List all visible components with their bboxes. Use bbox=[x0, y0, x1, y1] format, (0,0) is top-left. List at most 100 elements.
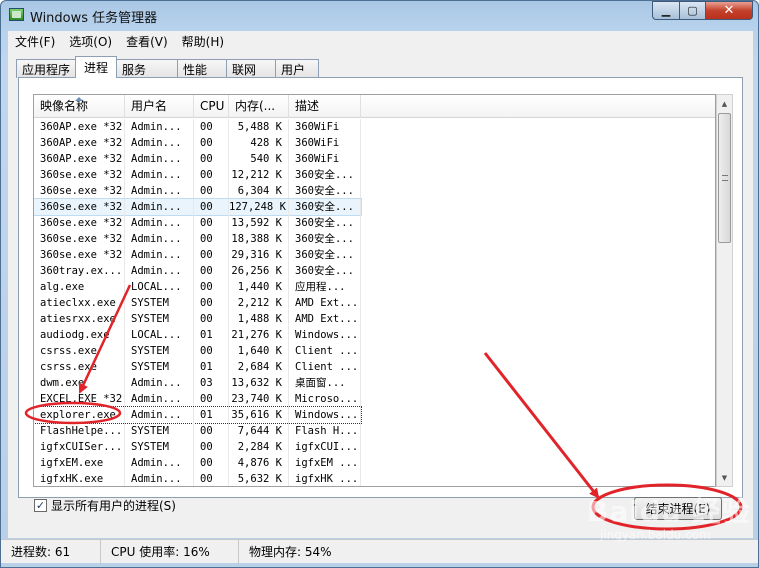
process-row[interactable]: atiesrxx.exe SYSTEM 00 1,488 K AMD Ext... bbox=[34, 311, 715, 327]
client-area: 应用程序 进程 服务 性能 联网 用户 映像名称 用户名 CPU 内存(... … bbox=[8, 51, 753, 538]
process-row[interactable]: 360se.exe *32 Admin... 00 18,388 K 360安全... bbox=[34, 231, 715, 247]
show-all-users-label: 显示所有用户的进程(S) bbox=[51, 499, 176, 513]
cell-user-name: SYSTEM bbox=[125, 311, 194, 327]
cell-cpu: 00 bbox=[194, 215, 229, 231]
tab-processes[interactable]: 进程 bbox=[75, 56, 118, 78]
cell-cpu: 00 bbox=[194, 135, 229, 151]
process-row[interactable]: 360se.exe *32 Admin... 00 29,316 K 360安全... bbox=[34, 247, 715, 263]
process-row[interactable]: FlashHelpe... SYSTEM 00 7,644 K Flash H... bbox=[34, 423, 715, 439]
tab-users[interactable]: 用户 bbox=[275, 59, 320, 78]
column-cpu[interactable]: CPU bbox=[194, 95, 229, 118]
cell-user-name: SYSTEM bbox=[125, 423, 194, 439]
process-row[interactable]: igfxHK.exe Admin... 00 5,632 KigfxHK ... bbox=[34, 471, 715, 486]
cell-cpu: 00 bbox=[194, 423, 229, 439]
process-list[interactable]: 映像名称 用户名 CPU 内存(... 描述 360AP.exe *32 Admi… bbox=[33, 94, 716, 487]
minimize-button[interactable]: ▁ bbox=[652, 1, 679, 20]
menu-options[interactable]: 选项(O) bbox=[62, 33, 119, 50]
process-row[interactable]: igfxCUISer... SYSTEM 00 2,284 KigfxCUI... bbox=[34, 439, 715, 455]
cell-image-name: 360se.exe *32 bbox=[34, 183, 125, 199]
process-row[interactable]: alg.exe LOCAL... 00 1,440 K 应用程... bbox=[34, 279, 715, 295]
cell-image-name: dwm.exe bbox=[34, 375, 125, 391]
process-row[interactable]: 360se.exe *32 Admin... 00 6,304 K 360安全... bbox=[34, 183, 715, 199]
cell-cpu: 00 bbox=[194, 199, 229, 215]
tab-strip: 应用程序 进程 服务 性能 联网 用户 bbox=[16, 56, 320, 78]
menu-file[interactable]: 文件(F) bbox=[8, 33, 62, 50]
process-row[interactable]: 360tray.ex... Admin... 00 26,256 K 360安全... bbox=[34, 263, 715, 279]
cell-user-name: Admin... bbox=[125, 135, 194, 151]
cell-cpu: 01 bbox=[194, 407, 229, 423]
vertical-scrollbar[interactable]: ▲ ▼ bbox=[716, 94, 733, 487]
process-row[interactable]: csrss.exe SYSTEM 01 2,684 K Client ... bbox=[34, 359, 715, 375]
column-user-name[interactable]: 用户名 bbox=[125, 95, 194, 118]
menu-help[interactable]: 帮助(H) bbox=[175, 33, 231, 50]
cell-image-name: csrss.exe bbox=[34, 359, 125, 375]
process-row[interactable]: dwm.exe Admin... 03 13,632 K 桌面窗... bbox=[34, 375, 715, 391]
cell-cpu: 01 bbox=[194, 359, 229, 375]
show-all-users-checkbox[interactable]: ✓ bbox=[34, 499, 47, 512]
process-row[interactable]: 360AP.exe *32 Admin... 00 5,488 K 360WiFi bbox=[34, 119, 715, 135]
process-row[interactable]: 360se.exe *32 Admin... 00 13,592 K 360安全... bbox=[34, 215, 715, 231]
cell-memory: 1,640 K bbox=[229, 343, 289, 359]
cell-description: 360安全... bbox=[289, 183, 361, 199]
column-description[interactable]: 描述 bbox=[289, 95, 361, 118]
cell-user-name: Admin... bbox=[125, 247, 194, 263]
cell-memory: 26,256 K bbox=[229, 263, 289, 279]
process-row[interactable]: 360se.exe *32 Admin... 00 12,212 K 360安全... bbox=[34, 167, 715, 183]
process-row[interactable]: 360AP.exe *32 Admin... 00 428 K 360WiFi bbox=[34, 135, 715, 151]
cell-image-name: atieclxx.exe bbox=[34, 295, 125, 311]
cell-description: Client ... bbox=[289, 343, 361, 359]
table-header: 映像名称 用户名 CPU 内存(... 描述 bbox=[34, 95, 715, 118]
tab-services[interactable]: 服务 bbox=[116, 59, 179, 78]
cell-memory: 35,616 K bbox=[229, 407, 289, 423]
cell-image-name: audiodg.exe bbox=[34, 327, 125, 343]
process-row[interactable]: audiodg.exe LOCAL... 01 21,276 K Windows... bbox=[34, 327, 715, 343]
cell-description: 360安全... bbox=[289, 231, 361, 247]
cell-image-name: 360AP.exe *32 bbox=[34, 151, 125, 167]
scroll-up-icon[interactable]: ▲ bbox=[717, 95, 732, 112]
process-row[interactable]: 360AP.exe *32 Admin... 00 540 K 360WiFi bbox=[34, 151, 715, 167]
cell-image-name: FlashHelpe... bbox=[34, 423, 125, 439]
menu-view[interactable]: 查看(V) bbox=[119, 33, 175, 50]
close-button[interactable]: ✕ bbox=[705, 1, 753, 20]
cell-description: 360安全... bbox=[289, 199, 361, 215]
column-memory[interactable]: 内存(... bbox=[229, 95, 289, 118]
column-image-name[interactable]: 映像名称 bbox=[34, 95, 125, 118]
cell-memory: 428 K bbox=[229, 135, 289, 151]
cell-cpu: 00 bbox=[194, 455, 229, 471]
process-row[interactable]: csrss.exe SYSTEM 00 1,640 K Client ... bbox=[34, 343, 715, 359]
process-row[interactable]: explorer.exe Admin... 01 35,616 K Windows... bbox=[34, 406, 715, 424]
cell-memory: 127,248 K bbox=[229, 199, 289, 215]
tab-networking[interactable]: 联网 bbox=[226, 59, 277, 78]
scroll-thumb[interactable] bbox=[718, 113, 731, 243]
process-row[interactable]: 360se.exe *32 Admin... 00 127,248 K 360安全... bbox=[34, 198, 715, 216]
cell-description: Windows... bbox=[289, 327, 361, 343]
cell-cpu: 01 bbox=[194, 327, 229, 343]
cell-description: 360WiFi bbox=[289, 135, 361, 151]
cell-image-name: explorer.exe bbox=[34, 407, 125, 423]
cell-description: 360安全... bbox=[289, 263, 361, 279]
cell-image-name: 360AP.exe *32 bbox=[34, 119, 125, 135]
maximize-button[interactable]: ▢ bbox=[679, 1, 705, 20]
process-row[interactable]: atieclxx.exe SYSTEM 00 2,212 K AMD Ext... bbox=[34, 295, 715, 311]
cell-user-name: Admin... bbox=[125, 231, 194, 247]
process-row[interactable]: igfxEM.exe Admin... 00 4,876 KigfxEM ... bbox=[34, 455, 715, 471]
menu-bar: 文件(F) 选项(O) 查看(V) 帮助(H) bbox=[8, 31, 753, 51]
process-row[interactable]: EXCEL.EXE *32 Admin... 00 23,740 K Microso..… bbox=[34, 391, 715, 407]
cell-image-name: 360AP.exe *32 bbox=[34, 135, 125, 151]
title-bar[interactable]: Windows 任务管理器 ▁ ▢ ✕ bbox=[1, 1, 758, 29]
task-manager-window: Windows 任务管理器 ▁ ▢ ✕ 文件(F) 选项(O) 查看(V) 帮助… bbox=[0, 0, 759, 568]
cell-user-name: Admin... bbox=[125, 471, 194, 486]
cell-user-name: SYSTEM bbox=[125, 359, 194, 375]
scroll-down-icon[interactable]: ▼ bbox=[717, 469, 732, 486]
task-manager-icon bbox=[9, 8, 24, 21]
cell-memory: 13,592 K bbox=[229, 215, 289, 231]
show-all-users-option[interactable]: ✓ 显示所有用户的进程(S) bbox=[34, 497, 176, 514]
cell-memory: 21,276 K bbox=[229, 327, 289, 343]
cell-memory: 1,440 K bbox=[229, 279, 289, 295]
cell-description: 360安全... bbox=[289, 167, 361, 183]
tab-performance[interactable]: 性能 bbox=[177, 59, 228, 78]
cell-image-name: atiesrxx.exe bbox=[34, 311, 125, 327]
tab-applications[interactable]: 应用程序 bbox=[16, 59, 77, 78]
cell-image-name: 360tray.ex... bbox=[34, 263, 125, 279]
cell-user-name: LOCAL... bbox=[125, 327, 194, 343]
